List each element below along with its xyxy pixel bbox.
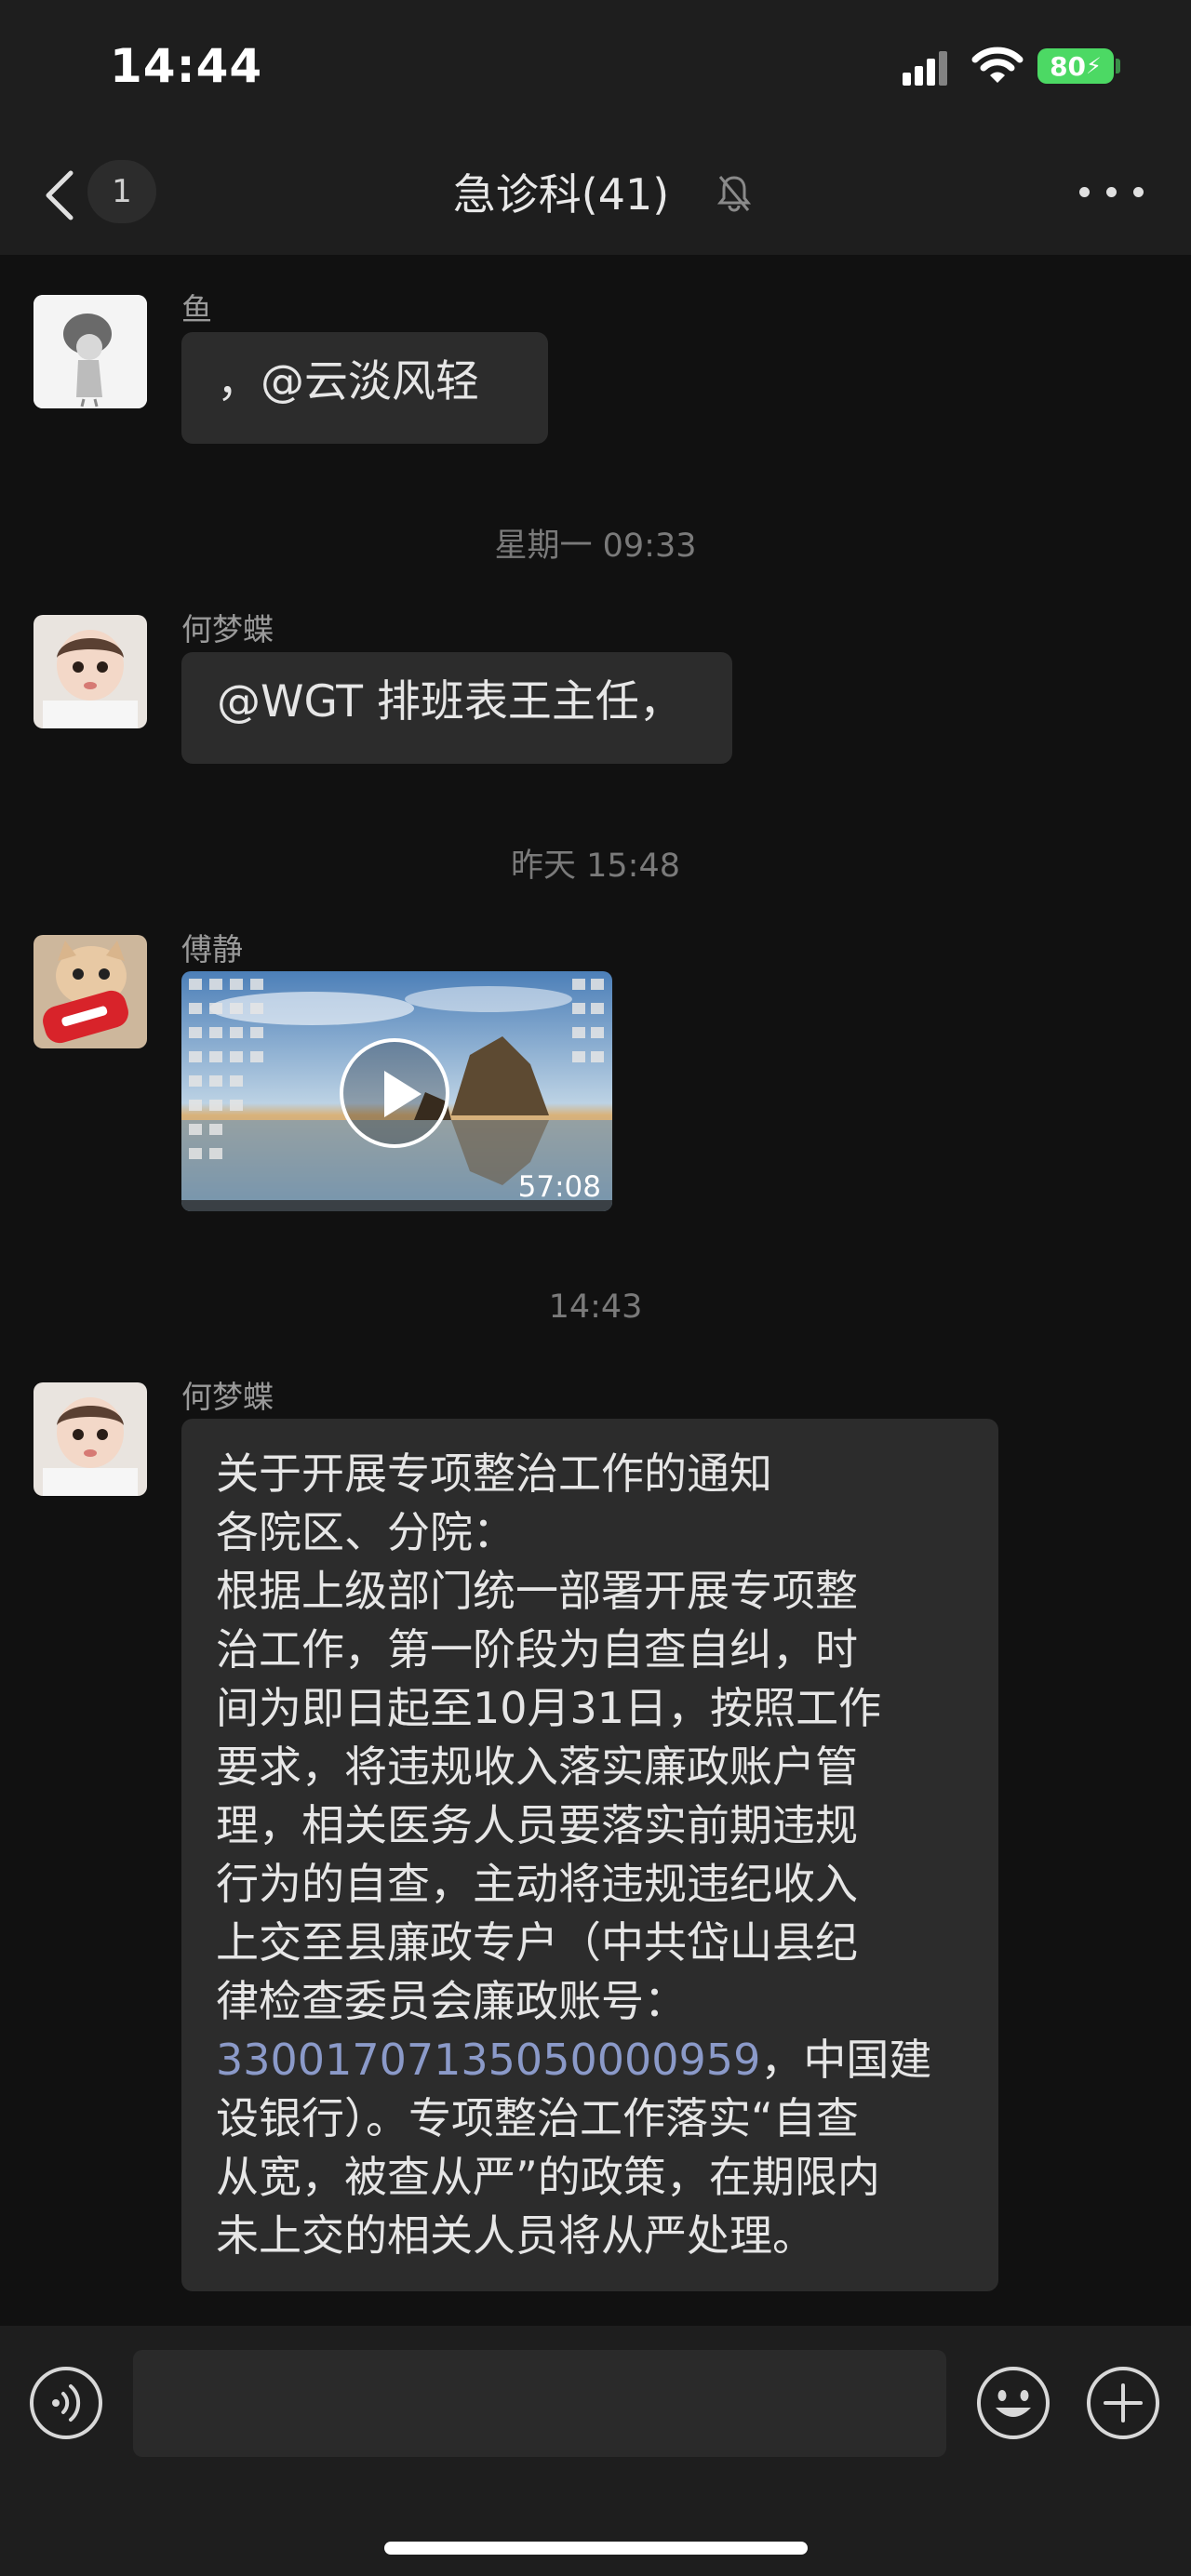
message-input[interactable] [133,2350,946,2457]
sender-name: 傅静 [181,931,243,968]
message-line: 33001707135050000959，中国建 [216,2031,965,2089]
cellular-signal-icon [903,48,949,86]
ellipsis-icon[interactable] [1079,182,1144,201]
message-line: 行为的自查，主动将违规违纪收入 [216,1859,858,1909]
message-line: 各院区、分院： [216,1507,515,1557]
home-indicator[interactable] [384,2542,808,2555]
battery-tip [1116,59,1120,73]
account-number-link[interactable]: 33001707135050000959 [216,2035,760,2085]
video-message[interactable]: 57:08 [181,971,612,1211]
chat-title: 急诊科(41) [452,169,670,220]
message-line: 律检查委员会廉政账号： [216,1976,687,2026]
message-bubble[interactable]: @WGT 排班表王主任， [181,652,732,764]
video-duration: 57:08 [517,1170,601,1204]
timestamp: 14:43 [548,1288,643,1326]
bell-slash-icon [716,176,752,212]
message-line: 关于开展专项整治工作的通知 [216,1448,772,1499]
avatar[interactable] [33,615,147,728]
avatar-image [33,295,147,408]
message-line: 治工作，第一阶段为自查自纠，时 [216,1624,858,1675]
message-line: 根据上级部门统一部署开展专项整 [216,1566,858,1616]
avatar[interactable] [33,295,147,408]
avatar[interactable] [33,935,147,1048]
status-bar: 14:44 80 ⚡ [0,0,1191,140]
avatar-image [33,1382,147,1496]
avatar-image [33,615,147,728]
play-icon[interactable] [340,1038,449,1148]
message-line: 未上交的相关人员将从严处理。 [216,2210,815,2261]
charging-bolt-icon: ⚡ [1086,53,1102,79]
timestamp: 星期一 09:33 [494,527,697,565]
avatar[interactable] [33,1382,147,1496]
message-text: ，@云淡风轻 [217,356,479,407]
voice-icon[interactable] [28,2365,104,2441]
timestamp: 昨天 15:48 [511,848,680,885]
message-bubble[interactable]: 关于开展专项整治工作的通知 各院区、分院： 根据上级部门统一部署开展专项整 治工… [181,1419,998,2291]
message-text: @WGT 排班表王主任， [217,676,683,727]
emoji-icon[interactable] [975,2365,1051,2441]
status-time: 14:44 [110,39,263,93]
message-bubble[interactable]: ，@云淡风轻 [181,332,548,444]
message-line: 间为即日起至10月31日，按照工作 [216,1683,882,1733]
message-line: 理，相关医务人员要落实前期违规 [216,1800,858,1850]
message-text: ，中国建 [760,2035,932,2085]
avatar-image [33,935,147,1048]
sender-name: 鱼 [181,291,212,327]
battery-level: 80 [1050,50,1087,82]
message-line: 上交至县廉政专户（中共岱山县纪 [216,1917,858,1968]
sender-name: 何梦蝶 [181,1379,274,1415]
plus-icon[interactable] [1085,2365,1161,2441]
battery-indicator: 80 ⚡ [1037,48,1114,84]
message-line: 要求，将违规收入落实廉政账户管 [216,1742,858,1792]
sender-name: 何梦蝶 [181,611,274,647]
message-line: 设银行）。专项整治工作落实“自查 [216,2093,859,2143]
wifi-icon [971,47,1024,83]
message-line: 从宽，被查从严”的政策，在期限内 [216,2152,880,2202]
